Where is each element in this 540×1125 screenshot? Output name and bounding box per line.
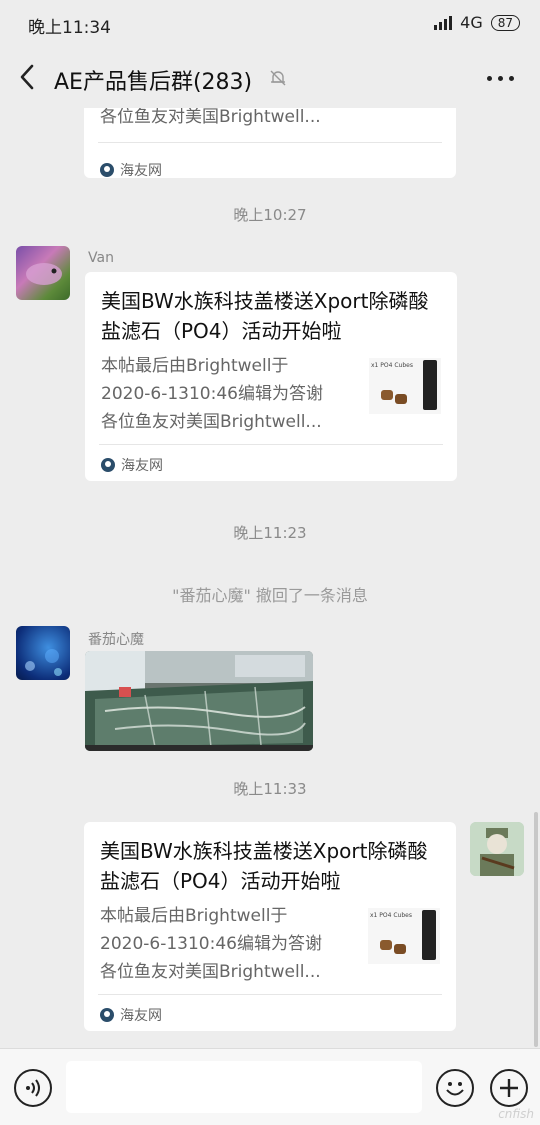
- source-logo-icon: [100, 1008, 114, 1022]
- card-thumbnail: x1 PO4 Cubes: [369, 358, 441, 414]
- input-bar: cnfish: [0, 1048, 540, 1125]
- card-desc-line: 各位鱼友对美国Brightwell...: [101, 412, 322, 432]
- network-label: 4G: [460, 13, 483, 32]
- thumb-caption: x1 PO4 Cubes: [370, 912, 412, 919]
- more-options-icon[interactable]: [487, 76, 514, 81]
- avatar[interactable]: [16, 246, 70, 300]
- card-source-label: 海友网: [120, 163, 162, 179]
- card-title: 美国BW水族科技盖楼送Xport除磷酸盐滤石（PO4）活动开始啦: [101, 289, 429, 343]
- card-desc-line: 2020-6-1310:46编辑为答谢: [100, 934, 322, 954]
- card-source: 海友网: [100, 1005, 440, 1025]
- voice-input-icon[interactable]: [14, 1069, 52, 1107]
- card-description: 本帖最后由Brightwell于 2020-6-1310:46编辑为答谢 各位鱼…: [100, 902, 360, 986]
- status-time: 晚上11:34: [28, 18, 111, 38]
- card-source: 海友网: [100, 160, 162, 180]
- signal-icon: [434, 15, 453, 30]
- sender-name: Van: [88, 250, 114, 266]
- timestamp: 晚上10:27: [233, 206, 307, 224]
- card-source-label: 海友网: [120, 1008, 162, 1024]
- watermark: cnfish: [498, 1107, 534, 1121]
- card-thumbnail: x1 PO4 Cubes: [368, 908, 440, 964]
- link-card-partial[interactable]: 各位鱼友对美国Brightwell... 海友网: [84, 108, 456, 180]
- source-logo-icon: [101, 458, 115, 472]
- link-card[interactable]: 美国BW水族科技盖楼送Xport除磷酸盐滤石（PO4）活动开始啦 本帖最后由Br…: [84, 822, 456, 1031]
- timestamp: 晚上11:33: [233, 780, 307, 798]
- card-source: 海友网: [101, 455, 441, 475]
- my-avatar[interactable]: [470, 822, 524, 876]
- card-desc-line: 本帖最后由Brightwell于: [101, 356, 289, 376]
- scrollbar[interactable]: [534, 812, 538, 1047]
- status-indicators: 4G 87: [434, 13, 520, 32]
- recall-notice: "番茄心魔" 撤回了一条消息: [172, 586, 368, 605]
- card-divider: [99, 444, 443, 445]
- card-desc-line: 本帖最后由Brightwell于: [100, 906, 288, 926]
- timestamp: 晚上11:23: [233, 524, 307, 542]
- card-description: 本帖最后由Brightwell于 2020-6-1310:46编辑为答谢 各位鱼…: [101, 352, 361, 436]
- card-title: 美国BW水族科技盖楼送Xport除磷酸盐滤石（PO4）活动开始啦: [100, 839, 428, 893]
- add-more-icon[interactable]: [490, 1069, 528, 1107]
- image-message[interactable]: [85, 651, 313, 751]
- card-desc-line: 各位鱼友对美国Brightwell...: [100, 962, 321, 982]
- avatar[interactable]: [16, 626, 70, 680]
- thumb-caption: x1 PO4 Cubes: [371, 362, 413, 369]
- status-bar: 晚上11:34 4G 87: [0, 0, 540, 46]
- card-desc-line: 2020-6-1310:46编辑为答谢: [101, 384, 323, 404]
- chat-header: AE产品售后群(283): [0, 48, 540, 108]
- card-divider: [98, 994, 442, 995]
- battery-icon: 87: [490, 14, 520, 31]
- message-input[interactable]: [66, 1061, 422, 1113]
- card-source-label: 海友网: [121, 458, 163, 474]
- message-list[interactable]: 各位鱼友对美国Brightwell... 海友网 晚上10:27 Van 美国B…: [0, 108, 540, 1048]
- chat-title: AE产品售后群(283): [54, 70, 253, 95]
- link-card[interactable]: 美国BW水族科技盖楼送Xport除磷酸盐滤石（PO4）活动开始啦 本帖最后由Br…: [85, 272, 457, 481]
- back-arrow-icon[interactable]: [14, 60, 44, 94]
- mute-bell-icon: [268, 68, 288, 88]
- source-logo-icon: [100, 163, 114, 177]
- card-desc-line: 各位鱼友对美国Brightwell...: [100, 108, 321, 127]
- emoji-icon[interactable]: [436, 1069, 474, 1107]
- card-divider: [98, 142, 442, 143]
- sender-name: 番茄心魔: [88, 632, 144, 648]
